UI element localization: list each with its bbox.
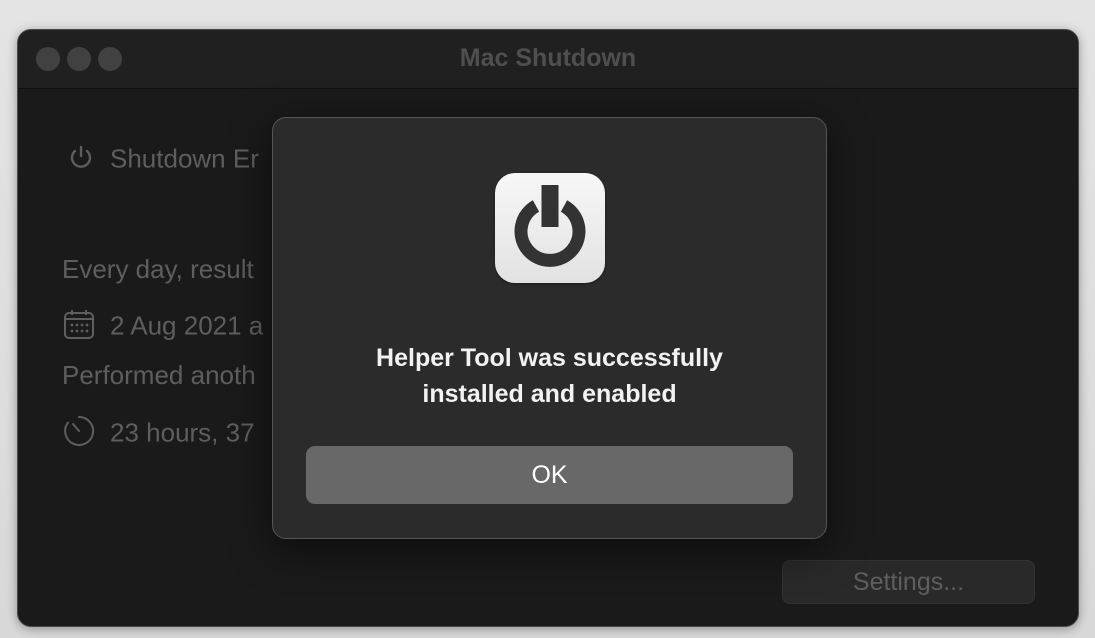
dialog-message-line-1: Helper Tool was successfully: [376, 344, 723, 372]
dialog-message: Helper Tool was successfully installed a…: [273, 340, 826, 412]
dialog-message-line-2: installed and enabled: [422, 380, 677, 408]
alert-dialog: Helper Tool was successfully installed a…: [272, 117, 827, 539]
desktop: Mac Shutdown Shutdown Er Every day, resu…: [0, 0, 1095, 638]
app-icon: [495, 173, 605, 283]
ok-button[interactable]: OK: [306, 446, 793, 504]
power-icon: [514, 185, 586, 267]
